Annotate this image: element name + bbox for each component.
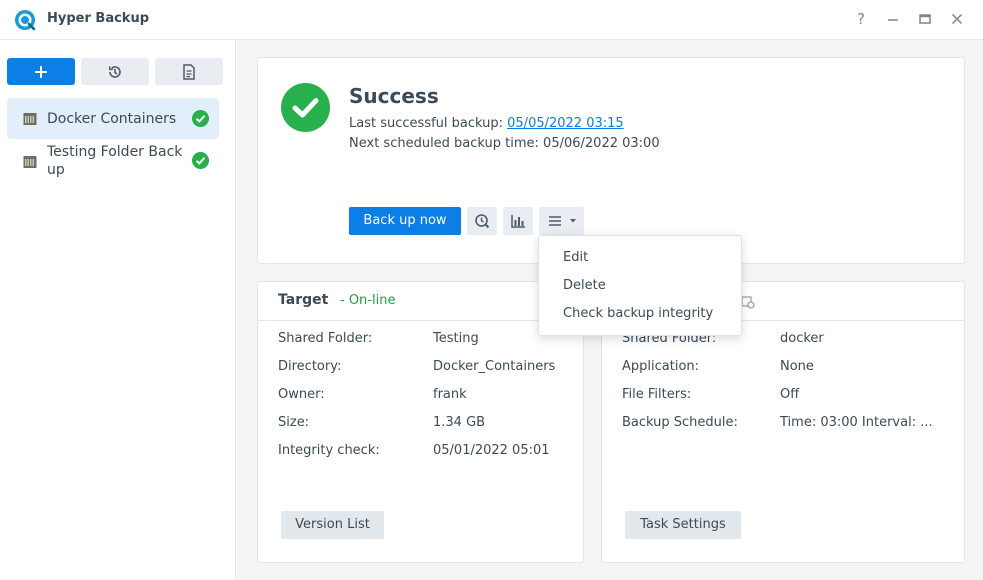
menu-item-check-integrity[interactable]: Check backup integrity (563, 306, 713, 321)
hyper-backup-logo-icon (15, 10, 36, 31)
success-check-icon (192, 152, 209, 169)
info-value: docker (780, 331, 824, 346)
document-icon (183, 63, 195, 80)
create-task-button[interactable] (7, 58, 75, 85)
last-backup-link[interactable]: 05/05/2022 03:15 (507, 116, 624, 131)
info-key: Size: (278, 415, 310, 430)
bar-chart-icon (511, 215, 525, 228)
help-button[interactable]: ? (852, 10, 870, 28)
task-item-docker-containers[interactable]: Docker Containers (7, 98, 219, 139)
backup-explorer-button[interactable] (467, 207, 497, 235)
maximize-icon (919, 14, 931, 24)
menu-item-edit[interactable]: Edit (563, 250, 588, 265)
info-key: Application: (622, 359, 700, 374)
info-value: 1.34 GB (433, 415, 486, 430)
info-key: Shared Folder: (278, 331, 373, 346)
target-title: Target (278, 292, 329, 308)
target-online-status: - On-line (340, 293, 396, 308)
success-check-icon (192, 110, 209, 127)
settings-header-icon (741, 296, 755, 309)
status-title: Success (349, 84, 439, 108)
info-key: Backup Schedule: (622, 415, 738, 430)
plus-icon (35, 65, 47, 78)
task-settings-button[interactable]: Task Settings (625, 511, 741, 539)
minimize-icon (888, 19, 898, 21)
maximize-button[interactable] (916, 10, 934, 28)
info-value: 05/01/2022 05:01 (433, 443, 550, 458)
info-value: Testing (433, 331, 479, 346)
task-label: Testing Folder Back up (47, 144, 183, 178)
task-label: Docker Containers (47, 111, 177, 127)
minimize-button[interactable] (884, 10, 902, 28)
info-key: Directory: (278, 359, 342, 374)
last-backup-line: Last successful backup: 05/05/2022 03:15 (349, 116, 624, 131)
close-icon (951, 13, 963, 25)
clock-search-icon (475, 214, 490, 229)
info-value: Off (780, 387, 800, 402)
version-list-button[interactable]: Version List (281, 511, 384, 539)
back-up-now-button[interactable]: Back up now (349, 207, 461, 235)
target-card: Target - On-line Shared Folder: Testing … (257, 281, 584, 563)
task-item-testing-folder[interactable]: Testing Folder Back up (7, 140, 219, 185)
restore-button[interactable] (81, 58, 149, 85)
info-value: frank (433, 387, 467, 402)
title-bar: Hyper Backup ? (0, 0, 983, 40)
info-value: Time: 03:00 Interval: ... (780, 415, 933, 430)
caret-down-icon (569, 219, 576, 223)
action-menu-button[interactable] (539, 207, 584, 235)
history-icon (108, 65, 121, 78)
info-value: None (780, 359, 814, 374)
menu-item-delete[interactable]: Delete (563, 278, 606, 293)
sidebar: Docker Containers Testing Folder Back up (0, 40, 236, 580)
success-status-icon (281, 83, 330, 132)
backup-task-icon (23, 156, 37, 168)
menu-icon (548, 216, 561, 226)
statistics-button[interactable] (503, 207, 533, 235)
status-card: Success Last successful backup: 05/05/20… (257, 57, 965, 264)
close-button[interactable] (948, 10, 966, 28)
window-title: Hyper Backup (47, 11, 150, 26)
backup-task-icon (23, 113, 37, 125)
info-key: Integrity check: (278, 443, 380, 458)
log-button[interactable] (155, 58, 223, 85)
action-dropdown-menu: Edit Delete Check backup integrity (538, 235, 742, 336)
info-value: Docker_Containers (433, 359, 556, 374)
info-key: File Filters: (622, 387, 692, 402)
target-card-header: Target - On-line (258, 282, 583, 321)
next-backup-text: Next scheduled backup time: 05/06/2022 0… (349, 136, 660, 151)
info-key: Owner: (278, 387, 325, 402)
last-backup-label: Last successful backup: (349, 116, 503, 131)
